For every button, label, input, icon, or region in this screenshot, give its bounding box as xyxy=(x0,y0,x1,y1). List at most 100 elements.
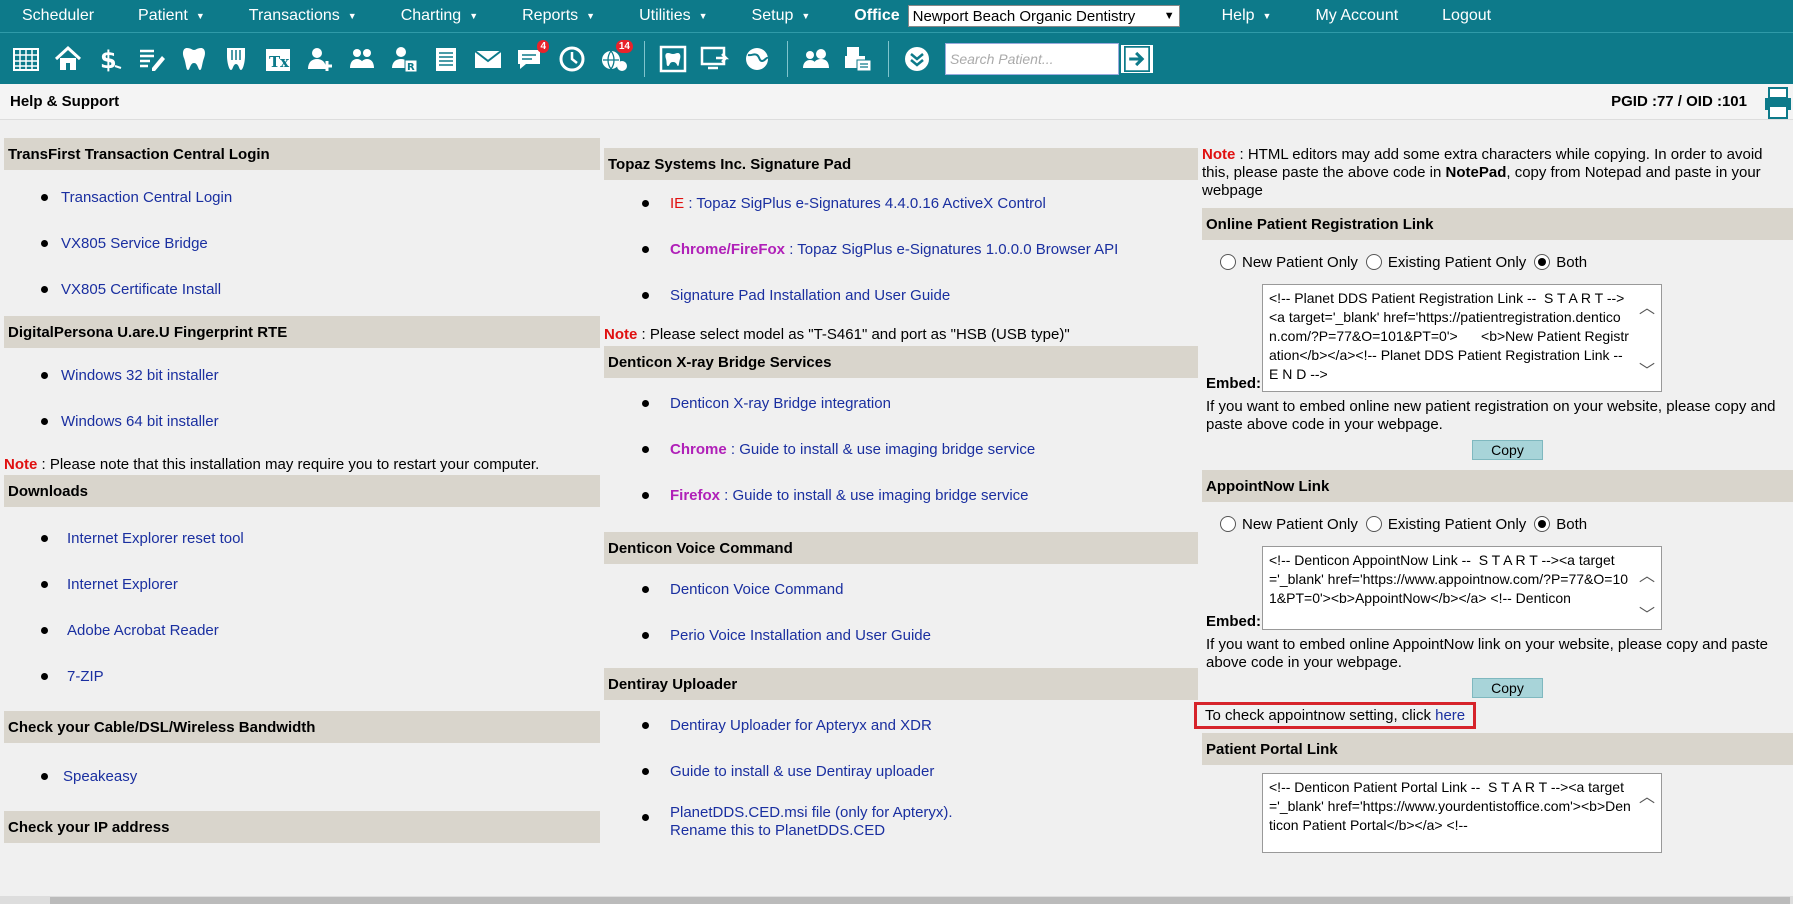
section-title: TransFirst Transaction Central Login xyxy=(4,138,600,170)
menu-label: Transactions xyxy=(248,7,340,24)
users-group-icon[interactable] xyxy=(796,39,836,79)
registration-copy-button[interactable]: Copy xyxy=(1472,440,1543,460)
xray-bridge-integration-link[interactable]: Denticon X-ray Bridge integration xyxy=(670,395,891,412)
globe-icon[interactable] xyxy=(737,39,777,79)
topaz-ie-link[interactable]: IE : Topaz SigPlus e-Signatures 4.4.0.16… xyxy=(670,195,1046,212)
xray-chrome-guide-link[interactable]: Chrome : Guide to install & use imaging … xyxy=(670,441,1035,458)
radio-label: Existing Patient Only xyxy=(1387,515,1527,533)
scroll-down-icon[interactable]: ﹀ xyxy=(1639,362,1655,381)
note-label: Note xyxy=(1202,146,1236,163)
tx-icon[interactable]: Tx xyxy=(258,39,298,79)
appointnow-help: If you want to embed online AppointNow l… xyxy=(1206,636,1769,671)
xray-firefox-guide-link[interactable]: Firefox : Guide to install & use imaging… xyxy=(670,487,1029,504)
section-title: Patient Portal Link xyxy=(1202,733,1793,765)
internet-explorer-link[interactable]: Internet Explorer xyxy=(67,576,178,593)
vx805-certificate-link[interactable]: VX805 Certificate Install xyxy=(61,281,221,298)
radio-both[interactable] xyxy=(1534,516,1551,532)
list-item: PlanetDDS.CED.msi file (only for Apteryx… xyxy=(604,794,1198,844)
mail-icon[interactable] xyxy=(468,39,508,79)
tooth-frame-icon[interactable] xyxy=(653,39,693,79)
code-text: <!-- Denticon Patient Portal Link -- S T… xyxy=(1269,779,1631,833)
list-item: IE : Topaz SigPlus e-Signatures 4.4.0.16… xyxy=(604,180,1198,226)
tooth-icon[interactable] xyxy=(174,39,214,79)
horizontal-scrollbar[interactable] xyxy=(0,896,1793,904)
menu-my-account[interactable]: My Account xyxy=(1293,0,1420,32)
appointnow-setting-link[interactable]: here xyxy=(1435,707,1465,724)
link-text: PlanetDDS.CED.msi file (only for Apteryx… xyxy=(670,804,953,821)
clock-icon[interactable] xyxy=(552,39,592,79)
note-label: Note xyxy=(4,456,38,473)
search-go-button[interactable] xyxy=(1119,42,1155,75)
windows-64-installer-link[interactable]: Windows 64 bit installer xyxy=(61,413,219,430)
scroll-up-icon[interactable]: ︿ xyxy=(1639,299,1655,318)
search-patient-input[interactable]: Search Patient... xyxy=(945,42,1119,75)
embed-label: Embed: xyxy=(1206,375,1262,392)
scroll-down-icon[interactable]: ﹀ xyxy=(1639,606,1655,625)
voice-command-link[interactable]: Denticon Voice Command xyxy=(670,581,843,598)
scroll-up-icon[interactable]: ︿ xyxy=(1639,567,1655,586)
planetdds-ced-link[interactable]: PlanetDDS.CED.msi file (only for Apteryx… xyxy=(670,804,953,840)
office-select[interactable]: Newport Beach Organic Dentistry ▼ xyxy=(907,5,1180,27)
radio-existing-patient[interactable] xyxy=(1365,516,1382,532)
portal-code-textarea[interactable]: <!-- Denticon Patient Portal Link -- S T… xyxy=(1262,773,1662,853)
menu-help[interactable]: Help ▼ xyxy=(1200,0,1294,32)
edit-list-icon[interactable] xyxy=(132,39,172,79)
prescription-icon[interactable]: R xyxy=(384,39,424,79)
appointnow-copy-button[interactable]: Copy xyxy=(1472,678,1543,698)
link-text: : Guide to install & use imaging bridge … xyxy=(726,440,1036,458)
dollar-icon[interactable]: $ xyxy=(90,39,130,79)
arrow-right-icon xyxy=(1124,45,1150,72)
family-icon[interactable] xyxy=(342,39,382,79)
list-item: Perio Voice Installation and User Guide xyxy=(604,612,1198,658)
dentiray-guide-link[interactable]: Guide to install & use Dentiray uploader xyxy=(670,763,934,780)
dentiray-apteryx-link[interactable]: Dentiray Uploader for Apteryx and XDR xyxy=(670,717,932,734)
vx805-service-bridge-link[interactable]: VX805 Service Bridge xyxy=(61,235,208,252)
radio-new-patient[interactable] xyxy=(1220,254,1236,270)
radio-existing-patient[interactable] xyxy=(1365,254,1382,270)
fax-print-icon[interactable] xyxy=(838,39,878,79)
scroll-up-icon[interactable]: ︿ xyxy=(1639,788,1655,807)
menu-utilities[interactable]: Utilities ▼ xyxy=(617,0,729,32)
perio-voice-guide-link[interactable]: Perio Voice Installation and User Guide xyxy=(670,627,931,644)
registration-code-textarea[interactable]: <!-- Planet DDS Patient Registration Lin… xyxy=(1262,284,1662,392)
alerts-globe-icon[interactable]: 14 xyxy=(594,39,634,79)
help-header: Help & Support PGID :77 / OID :101 xyxy=(0,84,1793,120)
toolbar-divider xyxy=(888,40,889,77)
tooth-chart-icon[interactable] xyxy=(216,39,256,79)
adobe-reader-link[interactable]: Adobe Acrobat Reader xyxy=(67,622,219,639)
menu-transactions[interactable]: Transactions ▼ xyxy=(227,0,379,32)
scrollbar-thumb[interactable] xyxy=(50,897,1790,904)
home-icon[interactable] xyxy=(48,39,88,79)
radio-both[interactable] xyxy=(1534,254,1551,270)
add-patient-icon[interactable] xyxy=(300,39,340,79)
appointnow-code-textarea[interactable]: <!-- Denticon AppointNow Link -- S T A R… xyxy=(1262,546,1662,630)
list-item: Guide to install & use Dentiray uploader xyxy=(604,748,1198,794)
7zip-link[interactable]: 7-ZIP xyxy=(67,668,104,685)
notepad-icon[interactable] xyxy=(426,39,466,79)
menu-setup[interactable]: Setup ▼ xyxy=(730,0,833,32)
messages-icon[interactable]: 4 xyxy=(510,39,550,79)
code-text: <!-- Planet DDS Patient Registration Lin… xyxy=(1269,290,1631,382)
menu-scheduler[interactable]: Scheduler xyxy=(0,0,116,32)
transaction-central-login-link[interactable]: Transaction Central Login xyxy=(61,189,232,206)
alerts-badge: 14 xyxy=(615,39,633,53)
calendar-grid-icon[interactable] xyxy=(6,39,46,79)
menu-reports[interactable]: Reports ▼ xyxy=(500,0,617,32)
windows-32-installer-link[interactable]: Windows 32 bit installer xyxy=(61,367,219,384)
list-item: Chrome/FireFox : Topaz SigPlus e-Signatu… xyxy=(604,226,1198,272)
appointnow-radio-group: New Patient Only Existing Patient Only B… xyxy=(1202,502,1793,546)
list-item: Internet Explorer xyxy=(4,561,600,607)
menu-patient[interactable]: Patient ▼ xyxy=(116,0,227,32)
print-icon[interactable] xyxy=(1763,86,1793,120)
menu-charting[interactable]: Charting ▼ xyxy=(379,0,500,32)
screen-share-icon[interactable] xyxy=(695,39,735,79)
topaz-chrome-link[interactable]: Chrome/FireFox : Topaz SigPlus e-Signatu… xyxy=(670,241,1118,258)
menu-label: Scheduler xyxy=(22,7,95,24)
chevron-down-circle-icon[interactable] xyxy=(897,39,937,79)
radio-new-patient[interactable] xyxy=(1220,516,1236,532)
menu-logout[interactable]: Logout xyxy=(1420,0,1513,32)
signature-pad-guide-link[interactable]: Signature Pad Installation and User Guid… xyxy=(670,287,950,304)
ie-reset-tool-link[interactable]: Internet Explorer reset tool xyxy=(67,530,244,547)
speakeasy-link[interactable]: Speakeasy xyxy=(63,768,137,785)
portal-embed: <!-- Denticon Patient Portal Link -- S T… xyxy=(1202,765,1793,853)
